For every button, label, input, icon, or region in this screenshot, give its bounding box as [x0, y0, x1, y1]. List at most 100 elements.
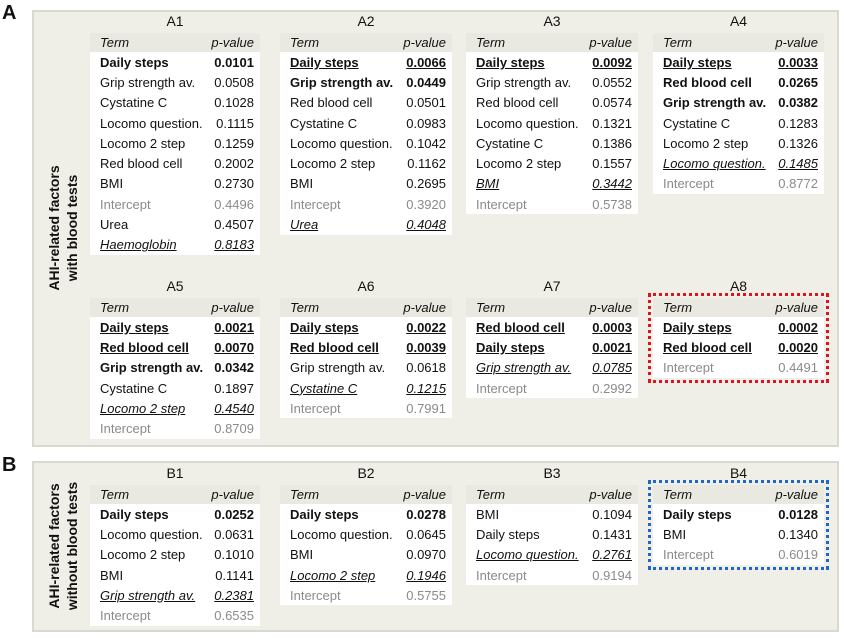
table-row: Cystatine C 0.1283	[653, 113, 824, 133]
p-value-cell: 0.1115	[216, 115, 254, 131]
results-table: Term p-value BMI 0.1094 Daily steps 0.1431 Loc…	[466, 485, 638, 586]
model-title: A8	[729, 278, 748, 294]
header-p-value: p-value	[211, 35, 254, 50]
p-value-cell: 0.1946	[406, 567, 446, 583]
term-cell: Red blood cell	[100, 339, 189, 355]
p-value-cell: 0.0645	[406, 526, 446, 542]
term-cell: Locomo question.	[290, 135, 393, 151]
term-cell: Intercept	[100, 196, 151, 212]
table-row: Intercept 0.5738	[466, 194, 638, 214]
p-value-cell: 0.1321	[592, 115, 632, 131]
term-cell: Intercept	[290, 587, 341, 603]
model-a6: A6 Term p-value Daily steps 0.0022 Red blood …	[280, 275, 452, 419]
p-value-cell: 0.4496	[214, 196, 254, 212]
model-a5: A5 Term p-value Daily steps 0.0021 Red blood …	[90, 275, 260, 439]
p-value-cell: 0.0070	[214, 339, 254, 355]
results-table: Term p-value Daily steps 0.0022 Red blood ce…	[280, 298, 452, 419]
header-p-value: p-value	[403, 300, 446, 315]
p-value-cell: 0.1042	[406, 135, 446, 151]
table-row: Intercept 0.2992	[466, 378, 638, 398]
table-row: Red blood cell 0.0003	[466, 317, 638, 337]
table-row: Locomo question. 0.1485	[653, 153, 824, 173]
table-row: Locomo question. 0.1042	[280, 133, 452, 153]
term-cell: Locomo 2 step	[290, 156, 376, 172]
panel-letter-a: A	[2, 2, 17, 24]
table-row: Locomo 2 step 0.1946	[280, 565, 452, 585]
term-cell: Grip strength av.	[290, 74, 394, 90]
table-row: Intercept 0.6535	[90, 605, 260, 625]
header-p-value: p-value	[775, 487, 818, 502]
table-header: Term p-value	[90, 485, 260, 504]
table-row: Daily steps 0.0092	[466, 52, 638, 72]
table-row: Daily steps 0.1431	[466, 524, 638, 544]
term-cell: Cystatine C	[476, 135, 544, 151]
table-row: Grip strength av. 0.0618	[280, 358, 452, 378]
p-value-cell: 0.0021	[592, 339, 632, 355]
p-value-cell: 0.0033	[778, 54, 818, 70]
table-header: Term p-value	[653, 33, 824, 52]
model-b1: B1 Term p-value Daily steps 0.0252 Locomo que…	[90, 462, 260, 626]
table-header: Term p-value	[280, 33, 452, 52]
model-a1: A1 Term p-value Daily steps 0.0101 Grip stren…	[90, 10, 260, 255]
model-title: A7	[543, 278, 561, 294]
term-cell: Daily steps	[663, 319, 732, 335]
p-value-cell: 0.1431	[592, 526, 632, 542]
p-value-cell: 0.0092	[592, 54, 632, 70]
model-b2: B2 Term p-value Daily steps 0.0278 Locomo que…	[280, 462, 452, 606]
p-value-cell: 0.0631	[214, 526, 254, 542]
term-cell: BMI	[476, 506, 500, 522]
table-row: Red blood cell 0.0574	[466, 93, 638, 113]
term-cell: Locomo question.	[290, 526, 393, 542]
header-term: Term	[290, 35, 320, 50]
model-title: A4	[729, 13, 748, 29]
p-value-cell: 0.1259	[214, 135, 254, 151]
table-header: Term p-value	[280, 485, 452, 504]
term-cell: Intercept	[476, 567, 527, 583]
table-row: BMI 0.3442	[466, 174, 638, 194]
results-table: Term p-value Daily steps 0.0128 BMI 0.1340 Int…	[648, 480, 829, 570]
term-cell: Haemoglobin	[100, 237, 177, 253]
p-value-cell: 0.1326	[778, 135, 818, 151]
results-table: Term p-value Daily steps 0.0021 Red blood ce…	[90, 298, 260, 439]
p-value-cell: 0.1557	[592, 156, 632, 172]
p-value-cell: 0.0039	[406, 339, 446, 355]
model-title: A3	[543, 13, 561, 29]
panel-a-side-label-line2: with blood tests	[64, 174, 80, 282]
model-title: B1	[166, 465, 184, 481]
header-term: Term	[290, 487, 320, 502]
results-table: Term p-value Daily steps 0.0033 Red blood ce…	[653, 33, 824, 195]
p-value-cell: 0.4048	[406, 217, 446, 233]
p-value-cell: 0.2992	[592, 380, 632, 396]
panel-letter-b: B	[2, 454, 17, 476]
term-cell: Daily steps	[290, 319, 359, 335]
table-row: Red blood cell 0.0020	[653, 337, 824, 357]
table-row: BMI 0.2695	[280, 174, 452, 194]
model-a8: A8 Term p-value Daily steps 0.0002 Red blood …	[648, 275, 829, 383]
header-p-value: p-value	[589, 300, 632, 315]
model-b4: B4 Term p-value Daily steps 0.0128 BMI 0.1340 I…	[648, 462, 829, 570]
term-cell: Daily steps	[100, 506, 169, 522]
term-cell: Locomo question.	[476, 115, 579, 131]
model-title: B2	[357, 465, 375, 481]
p-value-cell: 0.0003	[592, 319, 632, 335]
table-row: Locomo 2 step 0.1162	[280, 153, 452, 173]
header-term: Term	[476, 35, 506, 50]
table-row: Grip strength av. 0.0552	[466, 72, 638, 92]
table-row: Grip strength av. 0.0785	[466, 358, 638, 378]
p-value-cell: 0.1340	[778, 526, 818, 542]
term-cell: Grip strength av.	[100, 587, 196, 603]
table-row: Grip strength av. 0.0449	[280, 72, 452, 92]
header-p-value: p-value	[211, 487, 254, 502]
table-row: Locomo 2 step 0.1326	[653, 133, 824, 153]
term-cell: Grip strength av.	[476, 360, 572, 376]
table-row: Intercept 0.5755	[280, 585, 452, 605]
term-cell: Urea	[100, 217, 129, 233]
model-title: A5	[166, 278, 184, 294]
table-row: Daily steps 0.0002	[653, 317, 824, 337]
term-cell: Red blood cell	[663, 74, 752, 90]
table-row: Daily steps 0.0033	[653, 52, 824, 72]
p-value-cell: 0.2730	[214, 176, 254, 192]
p-value-cell: 0.5738	[592, 196, 632, 212]
p-value-cell: 0.1485	[778, 156, 818, 172]
table-row: Daily steps 0.0021	[466, 337, 638, 357]
